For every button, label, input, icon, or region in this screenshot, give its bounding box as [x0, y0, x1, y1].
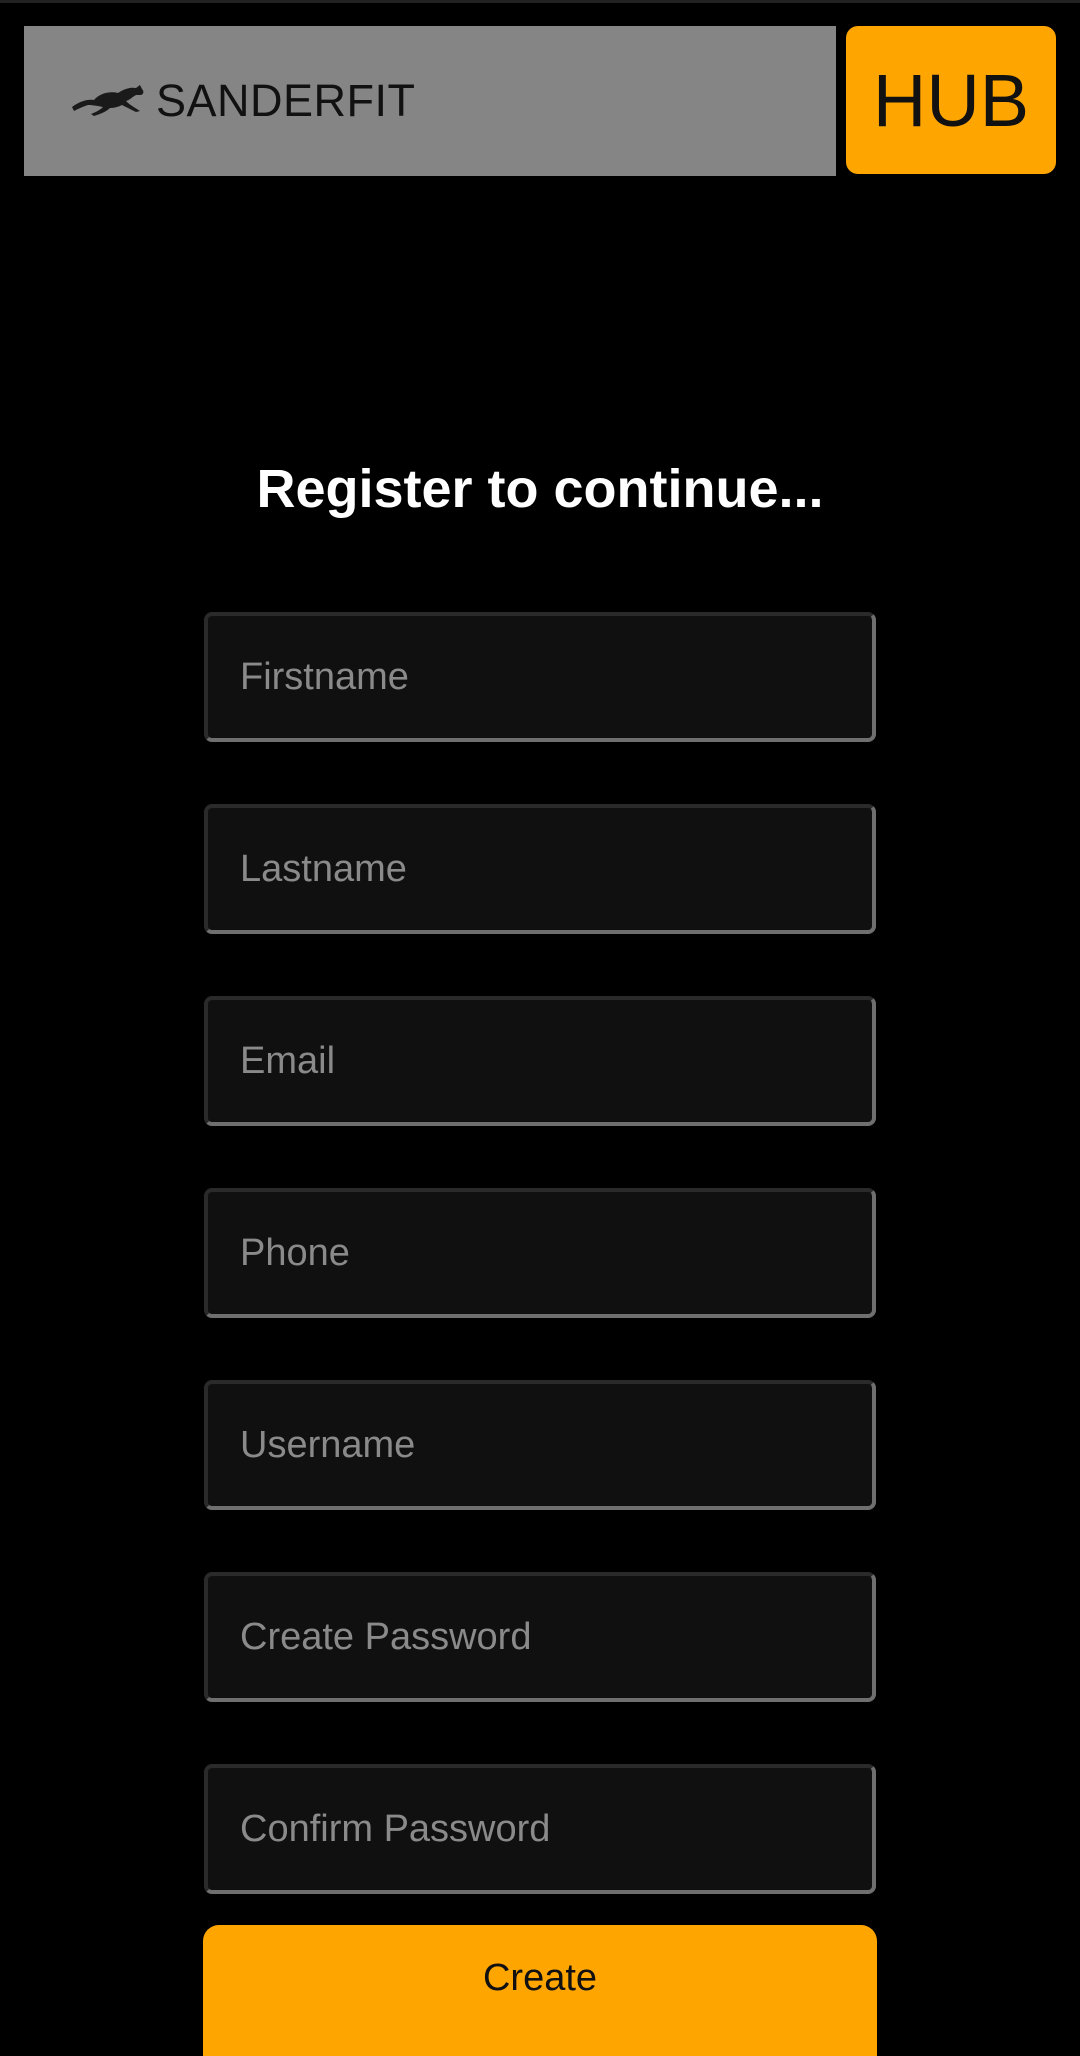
firstname-input[interactable]	[240, 655, 872, 699]
confirm-password-input[interactable]	[240, 1807, 872, 1851]
confirm-password-field[interactable]	[204, 1764, 876, 1894]
brand-bar[interactable]: SANDERFIT	[24, 26, 836, 176]
username-field[interactable]	[204, 1380, 876, 1510]
horse-icon	[70, 81, 146, 121]
username-input[interactable]	[240, 1423, 872, 1467]
firstname-field[interactable]	[204, 612, 876, 742]
lastname-field[interactable]	[204, 804, 876, 934]
hub-button[interactable]: HUB	[846, 26, 1056, 174]
page-title: Register to continue...	[256, 459, 824, 519]
phone-field[interactable]	[204, 1188, 876, 1318]
brand-name: SANDERFIT	[156, 75, 416, 126]
email-input[interactable]	[240, 1039, 872, 1083]
create-button[interactable]: Create	[203, 1925, 877, 2056]
create-password-field[interactable]	[204, 1572, 876, 1702]
top-divider	[0, 0, 1080, 3]
email-field[interactable]	[204, 996, 876, 1126]
phone-input[interactable]	[240, 1231, 872, 1275]
create-password-input[interactable]	[240, 1615, 872, 1659]
lastname-input[interactable]	[240, 847, 872, 891]
